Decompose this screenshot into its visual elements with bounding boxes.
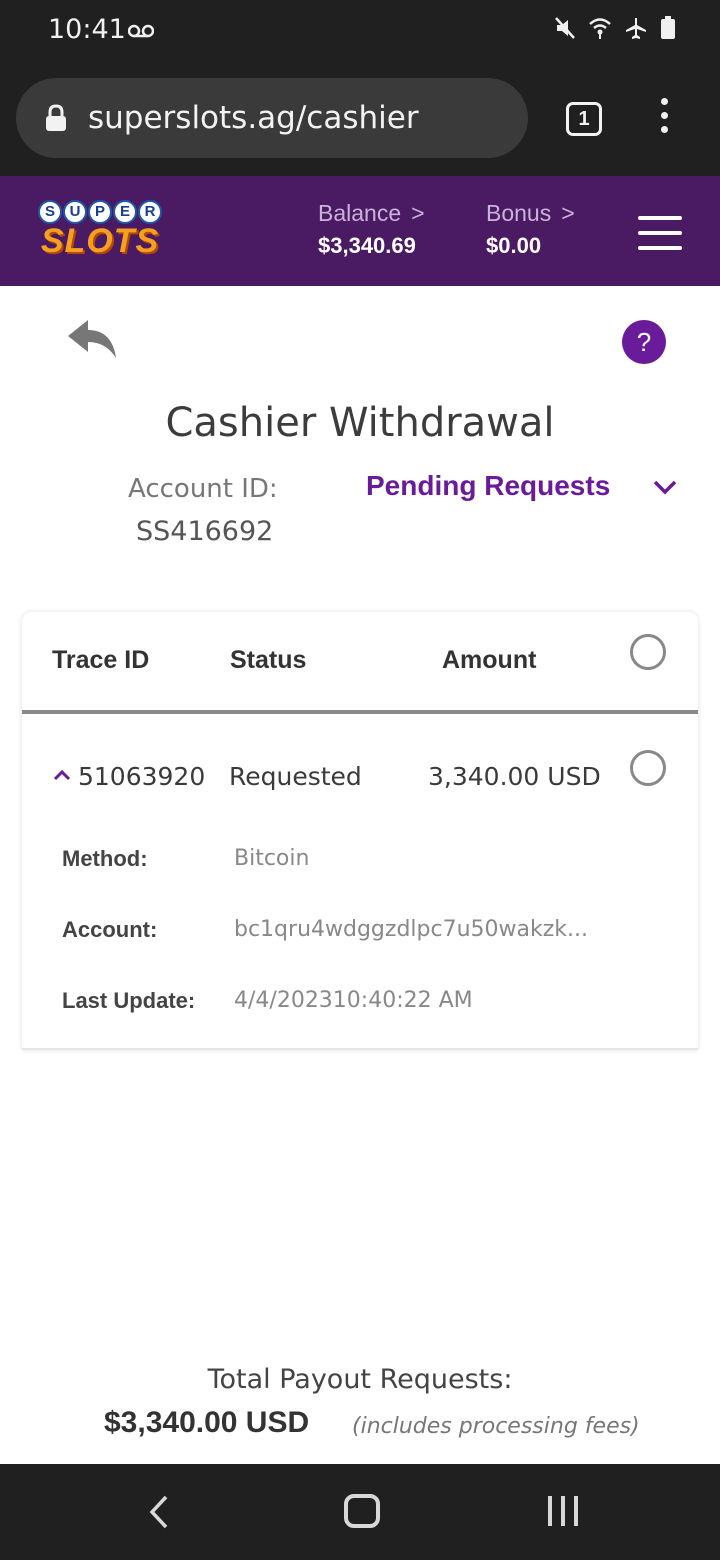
- row-select-radio[interactable]: [630, 750, 666, 786]
- tab-count: 1: [578, 108, 590, 130]
- chevron-up-icon[interactable]: [52, 768, 72, 782]
- page-title: Cashier Withdrawal: [165, 400, 555, 446]
- nav-back-icon[interactable]: [146, 1494, 172, 1530]
- requests-table: Trace ID Status Amount 51063920 Requeste…: [22, 612, 698, 1050]
- chevron-right-icon: >: [411, 200, 425, 226]
- browser-toolbar: superslots.ag/cashier 1: [0, 66, 720, 176]
- status-cell: Requested: [229, 762, 362, 791]
- column-header-amount: Amount: [442, 646, 537, 674]
- system-nav-bar: [0, 1464, 720, 1560]
- nav-home-icon[interactable]: [344, 1494, 380, 1528]
- trace-id-cell[interactable]: 51063920: [78, 762, 205, 791]
- amount-cell: 3,340.00 USD: [428, 762, 601, 791]
- bonus-value: $0.00: [486, 233, 542, 258]
- status-time: 10:41: [48, 14, 126, 45]
- method-value: Bitcoin: [234, 846, 310, 871]
- account-label: Account:: [62, 917, 158, 942]
- balance-label: Balance: [318, 200, 402, 226]
- balance-link[interactable]: Balance > $3,340.69: [318, 200, 425, 259]
- column-header-trace-id: Trace ID: [52, 646, 150, 674]
- column-header-status: Status: [230, 646, 307, 674]
- mute-icon: [555, 17, 575, 39]
- total-payout-amount: $3,340.00 USD: [104, 1406, 310, 1439]
- airplane-icon: [626, 18, 646, 39]
- url-bar[interactable]: superslots.ag/cashier: [16, 78, 528, 158]
- account-id-label: Account ID:: [128, 474, 278, 504]
- battery-icon: [661, 16, 675, 39]
- chevron-down-icon[interactable]: [652, 478, 678, 496]
- processing-fees-note: (includes processing fees): [352, 1414, 640, 1439]
- back-arrow-icon[interactable]: [66, 318, 118, 362]
- superslots-logo[interactable]: S U P E R SLOTS: [32, 200, 168, 266]
- hamburger-menu-icon[interactable]: [638, 216, 682, 250]
- logo-slots: SLOTS: [40, 222, 160, 260]
- bonus-label: Bonus: [486, 200, 552, 226]
- method-label: Method:: [62, 846, 148, 871]
- browser-menu-icon[interactable]: [654, 98, 674, 138]
- account-id-value: SS416692: [136, 516, 274, 547]
- lock-icon: [46, 104, 66, 131]
- pending-requests-dropdown[interactable]: Pending Requests: [366, 470, 610, 502]
- chevron-right-icon: >: [561, 200, 575, 226]
- select-all-radio[interactable]: [630, 634, 666, 670]
- balance-value: $3,340.69: [318, 233, 416, 258]
- url-text[interactable]: superslots.ag/cashier: [88, 100, 419, 136]
- nav-recents-icon[interactable]: [548, 1496, 578, 1526]
- account-value: bc1qru4wdggzdlpc7u50wakzk...: [234, 917, 588, 942]
- site-header: S U P E R SLOTS Balance > $3,340.69 Bonus…: [0, 176, 720, 286]
- logo-super: S U P E R: [32, 200, 168, 224]
- voicemail-icon: [128, 24, 154, 38]
- total-payout-label: Total Payout Requests:: [207, 1364, 513, 1395]
- bonus-link[interactable]: Bonus > $0.00: [486, 200, 575, 259]
- status-bar: 10:41: [0, 0, 720, 66]
- tab-switcher-button[interactable]: 1: [566, 102, 602, 136]
- wifi-icon: [589, 18, 611, 39]
- last-update-label: Last Update:: [62, 988, 196, 1013]
- header-divider: [22, 710, 698, 714]
- last-update-value: 4/4/202310:40:22 AM: [234, 988, 473, 1013]
- help-button[interactable]: ?: [622, 320, 666, 364]
